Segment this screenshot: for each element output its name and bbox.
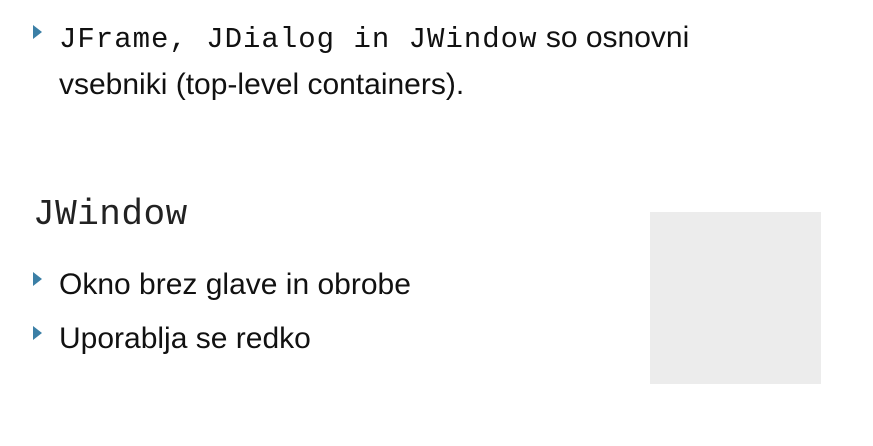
bullet-arrow-icon xyxy=(33,272,42,286)
section-heading: JWindow xyxy=(33,194,188,235)
bullet-item-containers: JFrame, JDialog in JWindow so osnovni vs… xyxy=(33,15,813,107)
bullet-item-rarely-used: Uporablja se redko xyxy=(33,316,311,361)
bullet-arrow-icon xyxy=(33,25,42,39)
window-preview-image xyxy=(650,212,821,384)
bullet-text: Uporablja se redko xyxy=(59,322,311,355)
bullet-arrow-icon xyxy=(33,326,42,340)
bullet-text: Okno brez glave in obrobe xyxy=(59,268,411,301)
bullet-text: JFrame, JDialog in JWindow so osnovni vs… xyxy=(59,15,799,107)
code-text: JFrame, JDialog in JWindow xyxy=(59,23,538,56)
bullet-item-no-frame: Okno brez glave in obrobe xyxy=(33,262,411,307)
